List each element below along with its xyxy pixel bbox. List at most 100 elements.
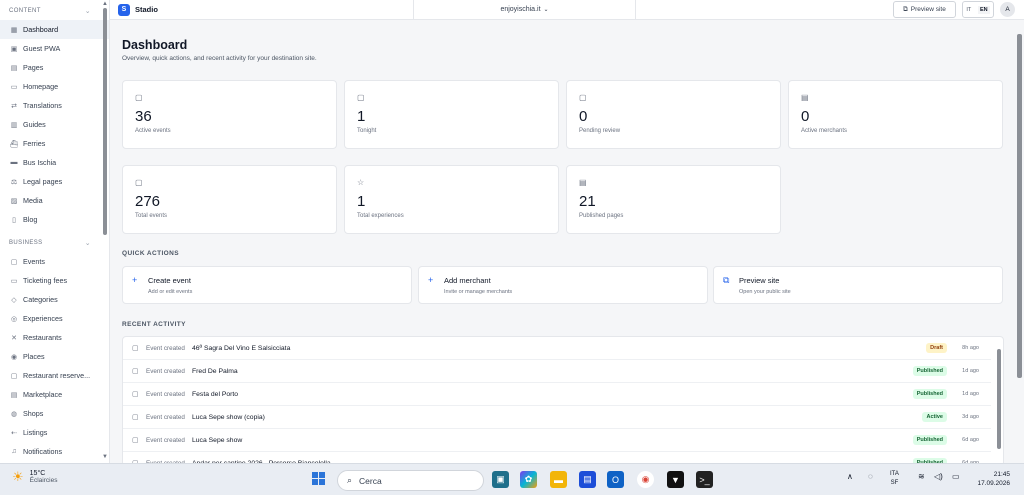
sidebar-item-guest-pwa[interactable]: ▣ Guest PWA bbox=[0, 39, 109, 58]
sidebar-item-bus-ischia[interactable]: ▬ Bus Ischia bbox=[0, 153, 109, 172]
sidebar-section-content[interactable]: CONTENT ⌄ bbox=[0, 2, 109, 20]
page-icon: ▤ bbox=[10, 64, 18, 72]
lang-bottom: SF bbox=[890, 480, 899, 486]
quick-action-create-event[interactable]: + Create event Add or edit events bbox=[122, 266, 412, 304]
sidebar-item-legal-pages[interactable]: ⚖ Legal pages bbox=[0, 172, 109, 191]
stat-label: Tonight bbox=[357, 128, 377, 134]
topbar: S Stadio enjoyischia.it ⌄ ⧉ Preview site… bbox=[110, 0, 1024, 20]
battery-icon[interactable]: ▭ bbox=[952, 472, 960, 481]
utensils-icon: ✕ bbox=[11, 334, 17, 342]
lang-it[interactable]: IT bbox=[966, 7, 971, 13]
scroll-down-icon[interactable]: ▼ bbox=[102, 454, 108, 460]
activity-scrollbar[interactable] bbox=[997, 349, 1001, 449]
stat-card[interactable]: ▢ 1 Tonight bbox=[344, 80, 559, 149]
activity-row[interactable]: ▢ Event created Fred De Palma Published 1d a… bbox=[123, 360, 991, 383]
sidebar-item-label: Notifications bbox=[23, 447, 63, 456]
sidebar-item-media[interactable]: ▨ Media bbox=[0, 191, 109, 210]
store-icon[interactable]: ▤ bbox=[579, 471, 596, 488]
outlook-icon[interactable]: O bbox=[607, 471, 624, 488]
stat-label: Published pages bbox=[579, 213, 624, 219]
input-language[interactable]: ITA SF bbox=[890, 470, 899, 488]
sidebar-item-listings[interactable]: ⇠ Listings bbox=[0, 423, 109, 442]
windows-start-icon[interactable] bbox=[312, 472, 326, 486]
chrome-icon[interactable]: ◉ bbox=[637, 471, 654, 488]
globe-icon: ◍ bbox=[10, 410, 18, 418]
sidebar-item-label: Homepage bbox=[23, 82, 59, 91]
activity-time: 8h ago bbox=[962, 345, 979, 351]
taskview-icon[interactable]: ▣ bbox=[492, 471, 509, 488]
app-icon[interactable]: ▼ bbox=[667, 471, 684, 488]
sidebar-item-label: Listings bbox=[23, 428, 48, 437]
sidebar-item-categories[interactable]: ◇ Categories bbox=[0, 290, 109, 309]
sidebar-item-blog[interactable]: ▯ Blog bbox=[0, 210, 109, 229]
sidebar-item-restaurants[interactable]: ✕ Restaurants bbox=[0, 328, 109, 347]
stat-card[interactable]: ▤ 21 Published pages bbox=[566, 165, 781, 234]
copilot-icon[interactable]: ✿ bbox=[520, 471, 537, 488]
search-icon: ⌕ bbox=[347, 475, 353, 485]
sidebar-item-restaurant-reserve[interactable]: ▢ Restaurant reserve... bbox=[0, 366, 109, 385]
clock-date: 17.09.2026 bbox=[977, 480, 1010, 487]
sidebar-item-ticketing-fees[interactable]: ▭ Ticketing fees bbox=[0, 271, 109, 290]
sidebar-item-label: Events bbox=[23, 257, 45, 266]
activity-row[interactable]: ▢ Event created Festa del Porto Published 1d… bbox=[123, 383, 991, 406]
sidebar-item-shops[interactable]: ◍ Shops bbox=[0, 404, 109, 423]
sidebar-item-label: Shops bbox=[23, 409, 44, 418]
volume-icon[interactable]: ◁) bbox=[934, 472, 943, 481]
sidebar-item-marketplace[interactable]: ▤ Marketplace bbox=[0, 385, 109, 404]
sidebar-item-label: Translations bbox=[23, 101, 62, 110]
activity-row[interactable]: ▢ Event created Luca Sepe show (copia) Acti… bbox=[123, 406, 991, 429]
calendar-icon: ▢ bbox=[132, 437, 139, 444]
scroll-up-icon[interactable]: ▲ bbox=[102, 1, 108, 7]
stat-card[interactable]: ☆ 1 Total experiences bbox=[344, 165, 559, 234]
sidebar-item-label: Marketplace bbox=[23, 390, 63, 399]
activity-row[interactable]: ▢ Event created Luca Sepe show Published 6d … bbox=[123, 429, 991, 452]
quick-action-add-merchant[interactable]: + Add merchant Invite or manage merchants bbox=[418, 266, 708, 304]
sidebar-item-places[interactable]: ◉ Places bbox=[0, 347, 109, 366]
sidebar-item-notifications[interactable]: ♫ Notifications bbox=[0, 442, 109, 461]
sidebar-item-dashboard[interactable]: ▦ Dashboard bbox=[0, 20, 109, 39]
sidebar-item-label: Blog bbox=[23, 215, 38, 224]
bell-icon: ♫ bbox=[11, 448, 17, 455]
activity-row[interactable]: ▢Event createdAndar per cantine 2026 - P… bbox=[123, 452, 991, 463]
stat-label: Active events bbox=[135, 128, 171, 134]
wifi-icon[interactable]: ≋ bbox=[918, 472, 925, 481]
sidebar-item-events[interactable]: ▢ Events bbox=[0, 252, 109, 271]
calendar-icon: ▢ bbox=[135, 178, 143, 187]
brand[interactable]: S Stadio bbox=[118, 3, 158, 16]
sidebar-item-translations[interactable]: ⇄ Translations bbox=[0, 96, 109, 115]
cloud-icon[interactable]: ◌ bbox=[868, 472, 873, 481]
sidebar-scrollbar[interactable] bbox=[103, 8, 107, 235]
activity-time: 1d ago bbox=[962, 368, 979, 374]
sidebar-item-homepage[interactable]: ▭ Homepage bbox=[0, 77, 109, 96]
sidebar-item-guides[interactable]: ▥ Guides bbox=[0, 115, 109, 134]
preview-site-button[interactable]: ⧉ Preview site bbox=[893, 1, 956, 18]
sidebar-section-business[interactable]: BUSINESS ⌄ bbox=[0, 234, 109, 252]
lang-en[interactable]: EN bbox=[977, 5, 990, 14]
site-selector[interactable]: enjoyischia.it ⌄ bbox=[413, 0, 636, 20]
weather-widget[interactable]: ☀ 15°C Éclaircies bbox=[12, 469, 57, 485]
chevron-down-icon: ⌄ bbox=[84, 240, 91, 247]
taskbar-search[interactable]: ⌕ Cerca bbox=[337, 470, 484, 491]
external-link-icon: ⧉ bbox=[903, 5, 908, 13]
quick-action-subtitle: Invite or manage merchants bbox=[444, 289, 513, 295]
sidebar-item-pages[interactable]: ▤ Pages bbox=[0, 58, 109, 77]
stat-card[interactable]: ▤ 0 Active merchants bbox=[788, 80, 1003, 149]
quick-action-preview-site[interactable]: ⧉ Preview site Open your public site bbox=[713, 266, 1003, 304]
search-placeholder: Cerca bbox=[359, 475, 382, 486]
sidebar-item-ferries[interactable]: ⛴ Ferries bbox=[0, 134, 109, 153]
calendar-check-icon: ▢ bbox=[10, 372, 18, 380]
sidebar-item-label: Restaurant reserve... bbox=[23, 371, 91, 380]
sidebar-item-label: Categories bbox=[23, 295, 58, 304]
avatar[interactable]: A bbox=[1000, 2, 1015, 17]
clock[interactable]: 21:45 17.09.2026 bbox=[968, 470, 1010, 488]
sidebar-item-label: Guest PWA bbox=[23, 44, 61, 53]
stat-card[interactable]: ▢ 0 Pending review bbox=[566, 80, 781, 149]
chevron-up-icon[interactable]: ∧ bbox=[847, 472, 853, 481]
stat-card[interactable]: ▢ 36 Active events bbox=[122, 80, 337, 149]
sidebar-item-experiences[interactable]: ◎ Experiences bbox=[0, 309, 109, 328]
file-explorer-icon[interactable]: ▬ bbox=[550, 471, 567, 488]
terminal-icon[interactable]: >_ bbox=[696, 471, 713, 488]
page-scrollbar[interactable] bbox=[1017, 34, 1022, 378]
activity-row[interactable]: ▢ Event created 46ª Sagra Del Vino E Salsi… bbox=[123, 337, 991, 360]
stat-card[interactable]: ▢ 276 Total events bbox=[122, 165, 337, 234]
